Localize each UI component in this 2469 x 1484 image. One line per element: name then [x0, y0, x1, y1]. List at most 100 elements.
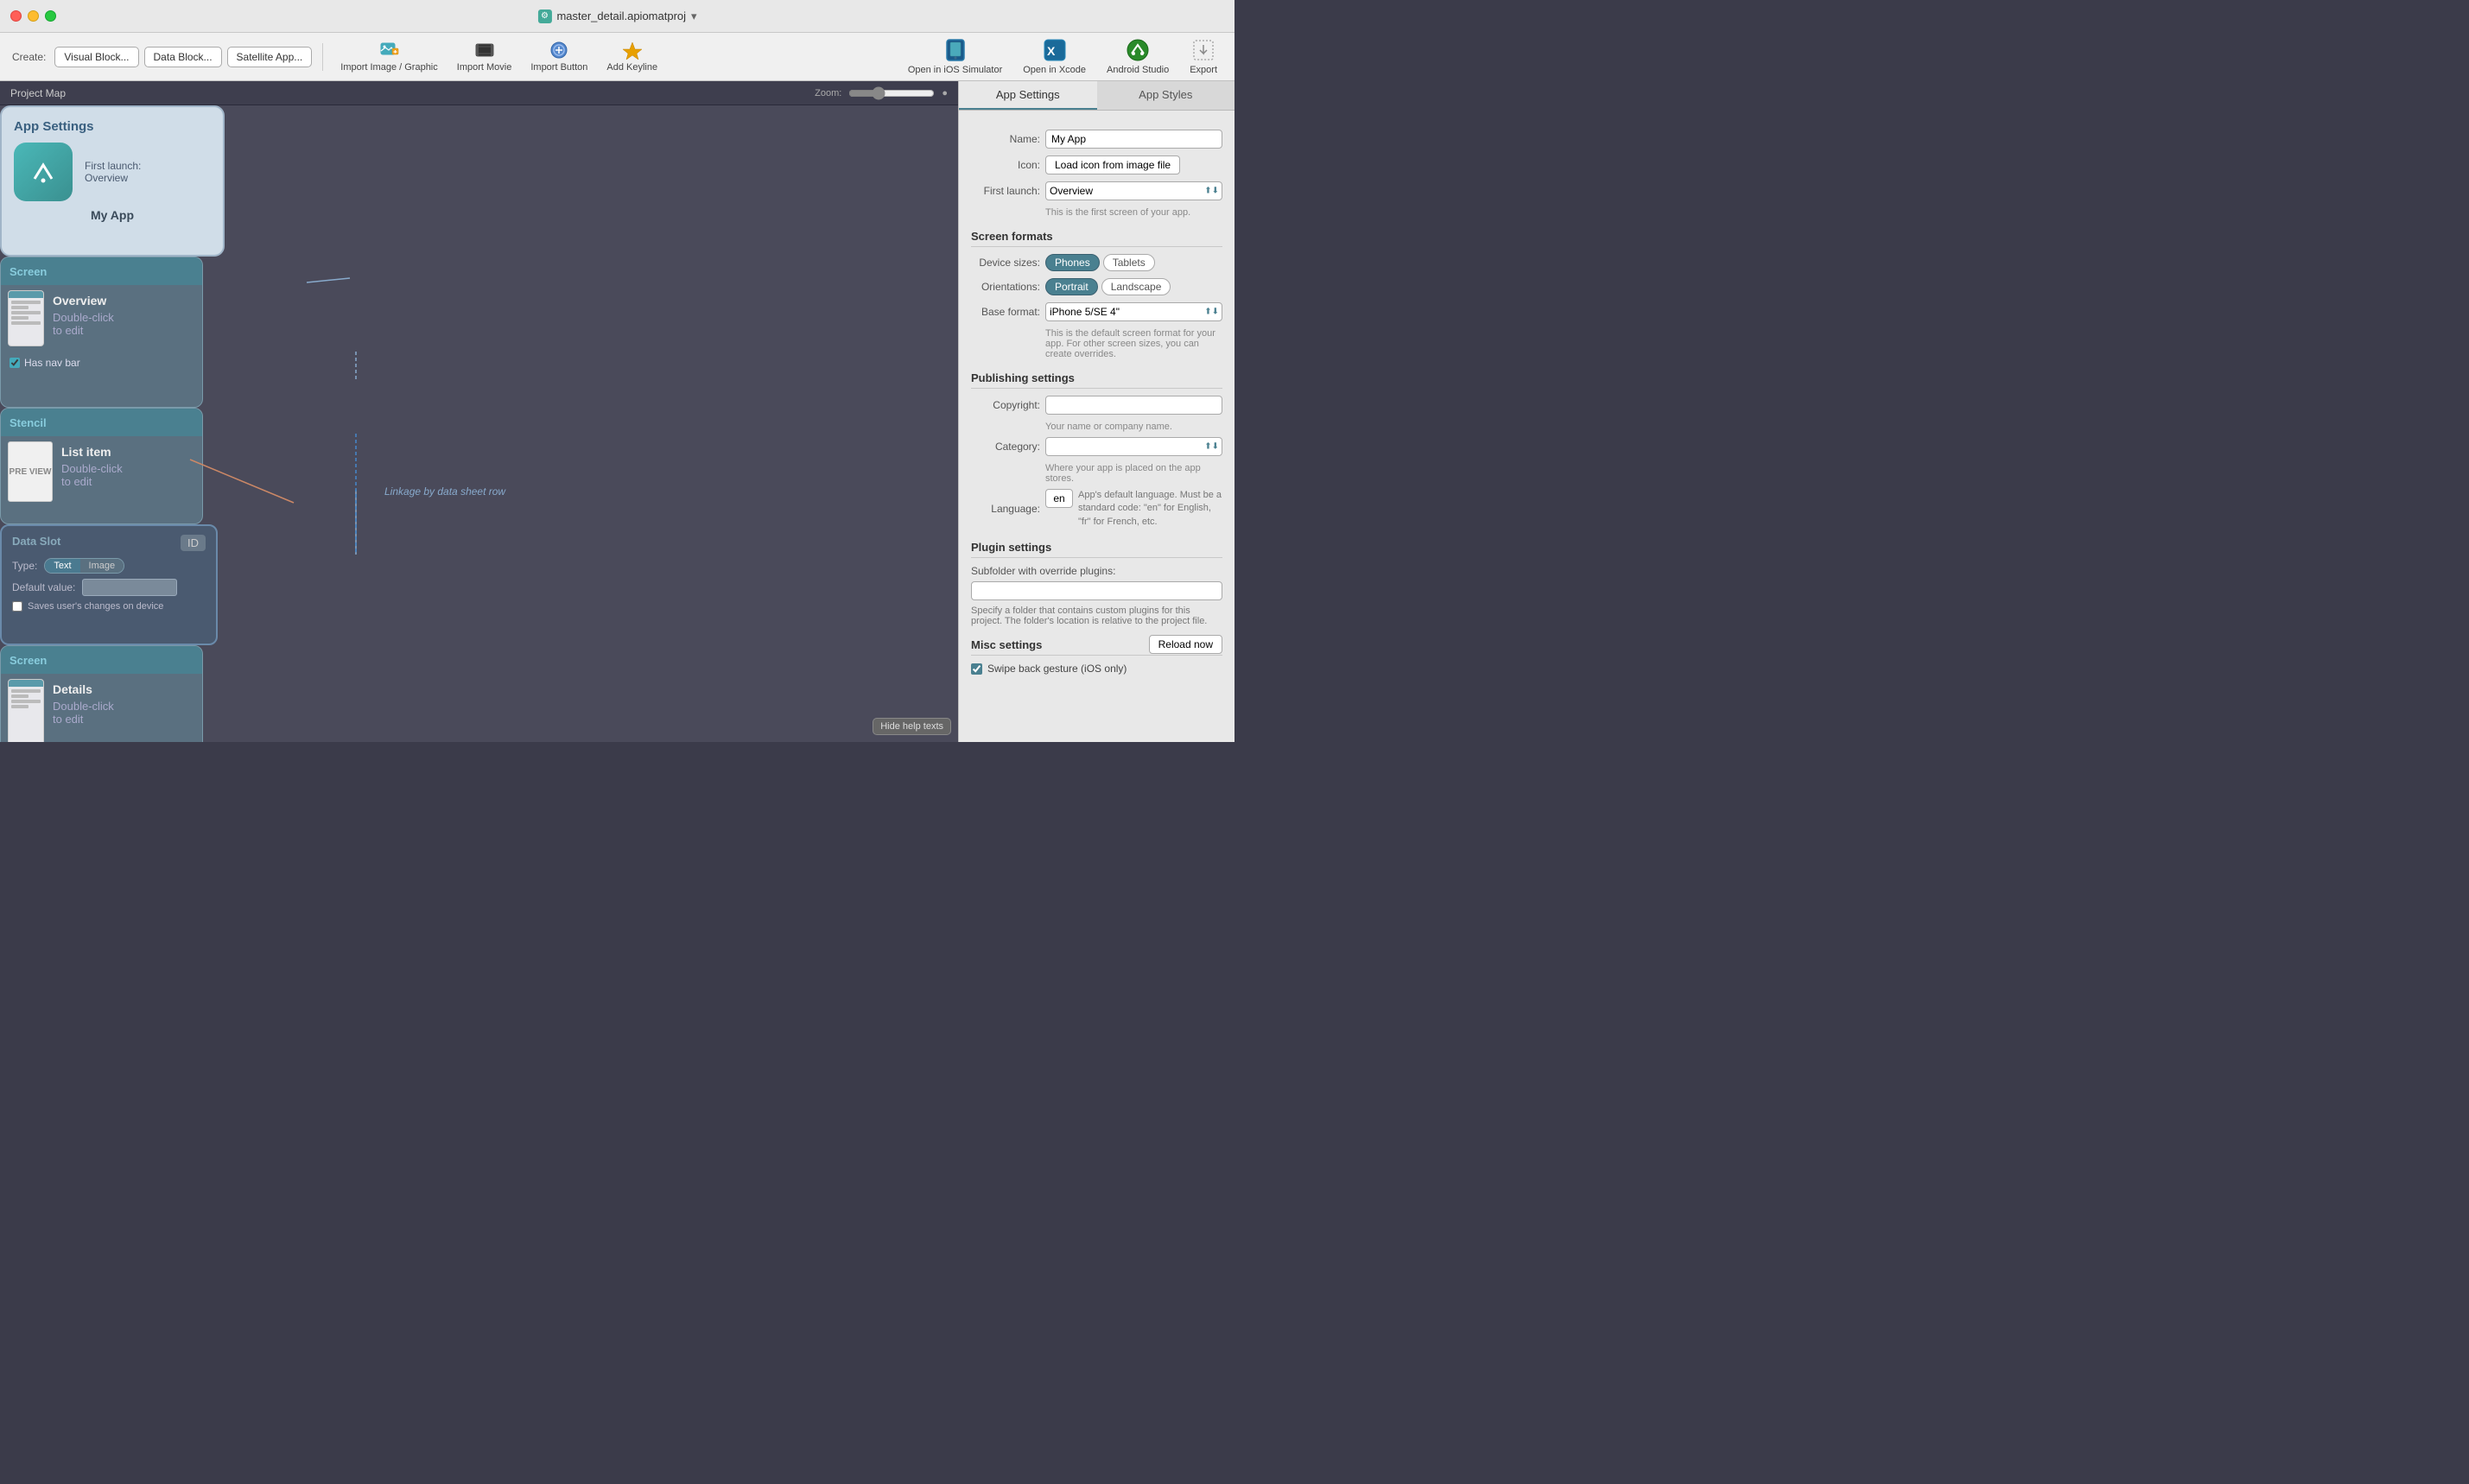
orientation-chips: Portrait Landscape [1045, 278, 1171, 295]
add-keyline-button[interactable]: Add Keyline [600, 39, 664, 74]
first-launch-select[interactable]: Overview Details [1045, 181, 1222, 200]
name-input[interactable] [1045, 130, 1222, 149]
screen-mini-preview [8, 290, 44, 346]
open-xcode-button[interactable]: X Open in Xcode [1018, 36, 1091, 77]
details-title: Details [53, 682, 114, 696]
data-slot-node[interactable]: Data Slot ID Type: Text Image Default va… [0, 524, 218, 645]
data-block-button[interactable]: Data Block... [144, 47, 222, 67]
screen-overview-info: Overview Double-click to edit [44, 290, 123, 346]
overview-edit-hint1: Double-click [53, 311, 114, 324]
data-slot-id: ID [181, 535, 206, 551]
titlebar: ⚙ master_detail.apiomatproj ▾ [0, 0, 1234, 33]
open-ios-sim-label: Open in iOS Simulator [908, 65, 1002, 75]
import-button-button[interactable]: Import Button [524, 39, 594, 74]
first-launch-label: First launch: [971, 185, 1040, 197]
base-format-hint: This is the default screen format for yo… [1045, 328, 1222, 359]
screen-overview-preview [8, 290, 44, 346]
base-format-select[interactable]: iPhone 5/SE 4" iPhone 6/7/8 iPhone X [1045, 302, 1222, 321]
minimize-button[interactable] [28, 10, 39, 22]
stencil-node[interactable]: Stencil PRE VIEW List item Double-click … [0, 408, 203, 524]
data-slot-title: Data Slot [12, 535, 60, 551]
open-xcode-label: Open in Xcode [1023, 65, 1086, 75]
device-sizes-label: Device sizes: [971, 257, 1040, 269]
type-toggle[interactable]: Text Image [44, 558, 124, 574]
saves-changes-checkbox[interactable] [12, 601, 22, 612]
name-label: Name: [971, 133, 1040, 145]
details-edit-hint2: to edit [53, 713, 114, 726]
landscape-chip[interactable]: Landscape [1101, 278, 1171, 295]
toolbar-right: Open in iOS Simulator X Open in Xcode An… [903, 36, 1222, 77]
main-area: Project Map Zoom: ● [0, 81, 1234, 742]
app-settings-node[interactable]: App Settings First launch: Overview [0, 105, 225, 257]
language-row: Language: App's default language. Must b… [971, 489, 1222, 529]
portrait-chip[interactable]: Portrait [1045, 278, 1098, 295]
visual-block-button[interactable]: Visual Block... [54, 47, 138, 67]
data-slot-header: Data Slot ID [12, 535, 206, 551]
open-ios-simulator-button[interactable]: Open in iOS Simulator [903, 36, 1007, 77]
type-image-btn[interactable]: Image [80, 559, 124, 573]
tab-app-settings[interactable]: App Settings [959, 81, 1097, 110]
screen-line-5 [11, 321, 41, 325]
default-value-row: Default value: [12, 579, 206, 596]
saves-changes-row: Saves user's changes on device [12, 601, 206, 612]
close-button[interactable] [10, 10, 22, 22]
plugin-folder-input[interactable] [971, 581, 1222, 600]
swipe-back-label: Swipe back gesture (iOS only) [987, 663, 1127, 675]
fullscreen-button[interactable] [45, 10, 56, 22]
tablets-chip[interactable]: Tablets [1103, 254, 1155, 271]
export-button[interactable]: Export [1184, 36, 1222, 77]
screen-line-2 [11, 306, 29, 309]
details-mini-bar [9, 680, 43, 687]
screen-overview-node[interactable]: Screen [0, 257, 203, 408]
default-value-label: Default value: [12, 581, 75, 593]
add-keyline-label: Add Keyline [606, 62, 657, 73]
type-text-btn[interactable]: Text [45, 559, 79, 573]
plugin-subfolder-label: Subfolder with override plugins: [971, 565, 1222, 577]
category-select[interactable] [1045, 437, 1222, 456]
first-launch-row: First launch: Overview Details ⬆⬇ [971, 181, 1222, 200]
default-value-input[interactable] [82, 579, 177, 596]
zoom-label: Zoom: [815, 88, 841, 98]
zoom-max-icon: ● [942, 88, 948, 98]
has-nav-bar-label: Has nav bar [24, 357, 80, 369]
screen-details-node[interactable]: Screen [0, 645, 203, 742]
plugin-hint: Specify a folder that contains custom pl… [971, 606, 1222, 626]
has-nav-bar-row: Has nav bar [1, 353, 202, 372]
copyright-row: Copyright: [971, 396, 1222, 415]
screen-details-preview [8, 679, 44, 742]
tab-app-styles[interactable]: App Styles [1097, 81, 1235, 110]
title-dropdown-arrow[interactable]: ▾ [691, 10, 697, 23]
android-studio-label: Android Studio [1107, 65, 1169, 75]
import-button-label: Import Button [530, 62, 587, 73]
android-studio-button[interactable]: Android Studio [1101, 36, 1174, 77]
details-line-2 [11, 694, 29, 698]
load-icon-button[interactable]: Load icon from image file [1045, 155, 1180, 174]
app-settings-node-title: App Settings [14, 119, 211, 134]
project-map-label: Project Map [10, 87, 66, 99]
first-launch-hint: This is the first screen of your app. [1045, 207, 1222, 218]
import-movie-button[interactable]: Import Movie [450, 39, 519, 74]
import-image-button[interactable]: Import Image / Graphic [333, 39, 445, 74]
canvas[interactable]: Project Map Zoom: ● [0, 81, 958, 742]
language-input[interactable] [1045, 489, 1073, 508]
phones-chip[interactable]: Phones [1045, 254, 1100, 271]
svg-text:X: X [1047, 44, 1056, 58]
copyright-input[interactable] [1045, 396, 1222, 415]
publishing-title: Publishing settings [971, 371, 1222, 389]
name-row: Name: [971, 130, 1222, 149]
panel-tabs: App Settings App Styles [959, 81, 1234, 111]
screen-details-header: Screen [1, 646, 202, 674]
overview-edit-hint2: to edit [53, 324, 114, 337]
swipe-back-row: Swipe back gesture (iOS only) [971, 663, 1222, 675]
canvas-content[interactable]: App Settings First launch: Overview [0, 105, 958, 742]
details-mini-lines [9, 687, 43, 711]
swipe-back-checkbox[interactable] [971, 663, 982, 675]
has-nav-bar-checkbox[interactable] [10, 358, 20, 368]
reload-button[interactable]: Reload now [1149, 635, 1222, 654]
stencil-preview: PRE VIEW [8, 441, 53, 502]
stencil-edit-hint2: to edit [61, 475, 123, 488]
first-launch-select-wrapper: Overview Details ⬆⬇ [1045, 181, 1222, 200]
data-slot-type-row: Type: Text Image [12, 558, 206, 574]
satellite-app-button[interactable]: Satellite App... [227, 47, 313, 67]
zoom-slider[interactable] [848, 86, 935, 100]
